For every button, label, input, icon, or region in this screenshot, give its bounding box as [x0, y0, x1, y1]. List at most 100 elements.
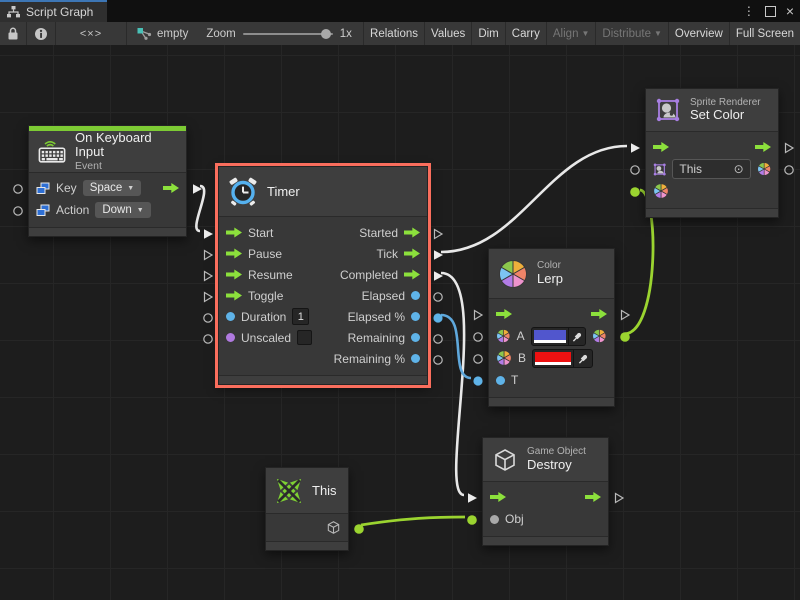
wire-this-to-destroy-obj[interactable] [361, 517, 465, 525]
flow-in-arrow [490, 492, 506, 503]
keyboard-flow-out-port[interactable] [191, 182, 203, 194]
key-label: Key [56, 181, 77, 195]
node-title: This [312, 483, 337, 498]
target-object-field[interactable]: This ⊙ [672, 159, 750, 179]
remaining-percent-port[interactable] [432, 353, 444, 365]
menu-icon[interactable]: ⋮ [743, 5, 755, 17]
setcolor-flow-out-port[interactable] [783, 141, 795, 153]
color-wheel-icon [496, 328, 511, 344]
cube-icon [326, 520, 341, 535]
elapsed-value-port[interactable] [432, 290, 444, 302]
remaining-percent-label: Remaining % [334, 352, 405, 366]
port-row-toggle-elapsed: Toggle Elapsed [219, 285, 427, 306]
overview-button[interactable]: Overview [668, 22, 729, 45]
color-swatch-b [535, 352, 571, 362]
remaining-value-port[interactable] [432, 332, 444, 344]
port-row-resume-completed: Resume Completed [219, 264, 427, 285]
maximize-icon[interactable] [765, 6, 776, 17]
completed-flow-port[interactable] [432, 269, 444, 281]
lerp-a-port[interactable] [472, 330, 484, 342]
relations-button[interactable]: Relations [363, 22, 424, 45]
flow-out-arrow [404, 248, 420, 259]
action-input-port[interactable] [12, 204, 24, 216]
tab-script-graph[interactable]: Script Graph [0, 0, 107, 22]
resume-flow-port[interactable] [202, 269, 214, 281]
wire-elapsed-percent-to-lerp-t[interactable] [441, 315, 471, 378]
toggle-flow-port[interactable] [202, 290, 214, 302]
port-row-target: This ⊙ [646, 158, 778, 180]
wire-timer-completed-to-destroy[interactable] [441, 273, 464, 495]
tick-flow-port[interactable] [432, 248, 444, 260]
code-view-button[interactable]: <×> [56, 22, 127, 45]
object-picker-icon[interactable]: ⊙ [734, 163, 744, 175]
elapsed-percent-label: Elapsed % [348, 310, 405, 324]
lock-button[interactable] [0, 22, 27, 45]
duration-input[interactable]: 1 [292, 308, 309, 325]
port-row-remainingpct: Remaining % [219, 348, 427, 369]
elapsed-percent-port[interactable] [432, 311, 444, 323]
lerp-t-port[interactable] [472, 374, 484, 386]
values-button[interactable]: Values [424, 22, 471, 45]
color-field-b[interactable] [532, 349, 593, 368]
duration-label: Duration [241, 310, 286, 324]
node-this[interactable]: This [265, 467, 349, 551]
color-field-a[interactable] [531, 327, 587, 346]
zoom-slider-handle[interactable] [321, 29, 331, 39]
value-dot [490, 515, 499, 524]
port-row-b: B [489, 347, 614, 369]
port-row-flow [489, 303, 614, 325]
port-row-color [646, 180, 778, 202]
start-label: Start [248, 226, 273, 240]
port-row-start-started: Start Started [219, 222, 427, 243]
info-button[interactable] [27, 22, 56, 45]
resume-label: Resume [248, 268, 293, 282]
target-input-port[interactable] [629, 163, 641, 175]
node-set-color[interactable]: Sprite Renderer Set Color [645, 88, 779, 218]
this-output-port[interactable] [353, 522, 365, 534]
wire-timer-tick-to-setcolor[interactable] [441, 146, 627, 252]
enum-icon [36, 182, 50, 195]
lerp-result-port[interactable] [619, 330, 631, 342]
eyedropper-button[interactable] [568, 328, 585, 345]
color-input-port[interactable] [629, 185, 641, 197]
node-destroy[interactable]: Game Object Destroy Obj [482, 437, 609, 546]
start-flow-port[interactable] [202, 227, 214, 239]
port-row-duration-elapsedpct: Duration 1 Elapsed % [219, 306, 427, 327]
unscaled-checkbox[interactable] [297, 330, 312, 345]
graph-toolbar: <×> empty Zoom 1x Relations Values Dim C… [0, 22, 800, 46]
started-label: Started [359, 226, 398, 240]
lerp-flow-out-port[interactable] [619, 308, 631, 320]
dim-button[interactable]: Dim [471, 22, 504, 45]
lerp-flow-in-port[interactable] [472, 308, 484, 320]
color-wheel-icon [498, 259, 528, 289]
node-color-lerp[interactable]: Color Lerp A [488, 248, 615, 407]
target-output-port[interactable] [783, 163, 795, 175]
lerp-b-port[interactable] [472, 352, 484, 364]
tick-label: Tick [376, 247, 398, 261]
key-dropdown[interactable]: Space ▼ [83, 180, 142, 196]
destroy-flow-out-port[interactable] [613, 491, 625, 503]
zoom-slider[interactable] [243, 33, 333, 35]
node-timer[interactable]: Timer Start Started Pause Tick [218, 166, 428, 385]
close-icon[interactable]: × [786, 4, 794, 18]
duration-value-port[interactable] [202, 311, 214, 323]
graph-status: empty [127, 22, 198, 45]
action-dropdown[interactable]: Down ▼ [95, 202, 150, 218]
script-graph-window: Script Graph ⋮ × <×> [0, 0, 800, 600]
t-label: T [511, 373, 518, 387]
carry-button[interactable]: Carry [505, 22, 546, 45]
alpha-bar [534, 340, 567, 343]
setcolor-flow-in-port[interactable] [629, 141, 641, 153]
node-on-keyboard-input[interactable]: On Keyboard Input Event Key Space ▼ [28, 125, 187, 237]
key-input-port[interactable] [12, 182, 24, 194]
fullscreen-button[interactable]: Full Screen [729, 22, 800, 45]
graph-canvas[interactable]: On Keyboard Input Event Key Space ▼ [0, 45, 800, 600]
value-dot [411, 291, 420, 300]
unscaled-value-port[interactable] [202, 332, 214, 344]
destroy-flow-in-port[interactable] [466, 491, 478, 503]
a-label: A [517, 329, 525, 343]
eyedropper-button[interactable] [573, 350, 592, 367]
pause-flow-port[interactable] [202, 248, 214, 260]
started-flow-port[interactable] [432, 227, 444, 239]
obj-input-port[interactable] [466, 513, 478, 525]
